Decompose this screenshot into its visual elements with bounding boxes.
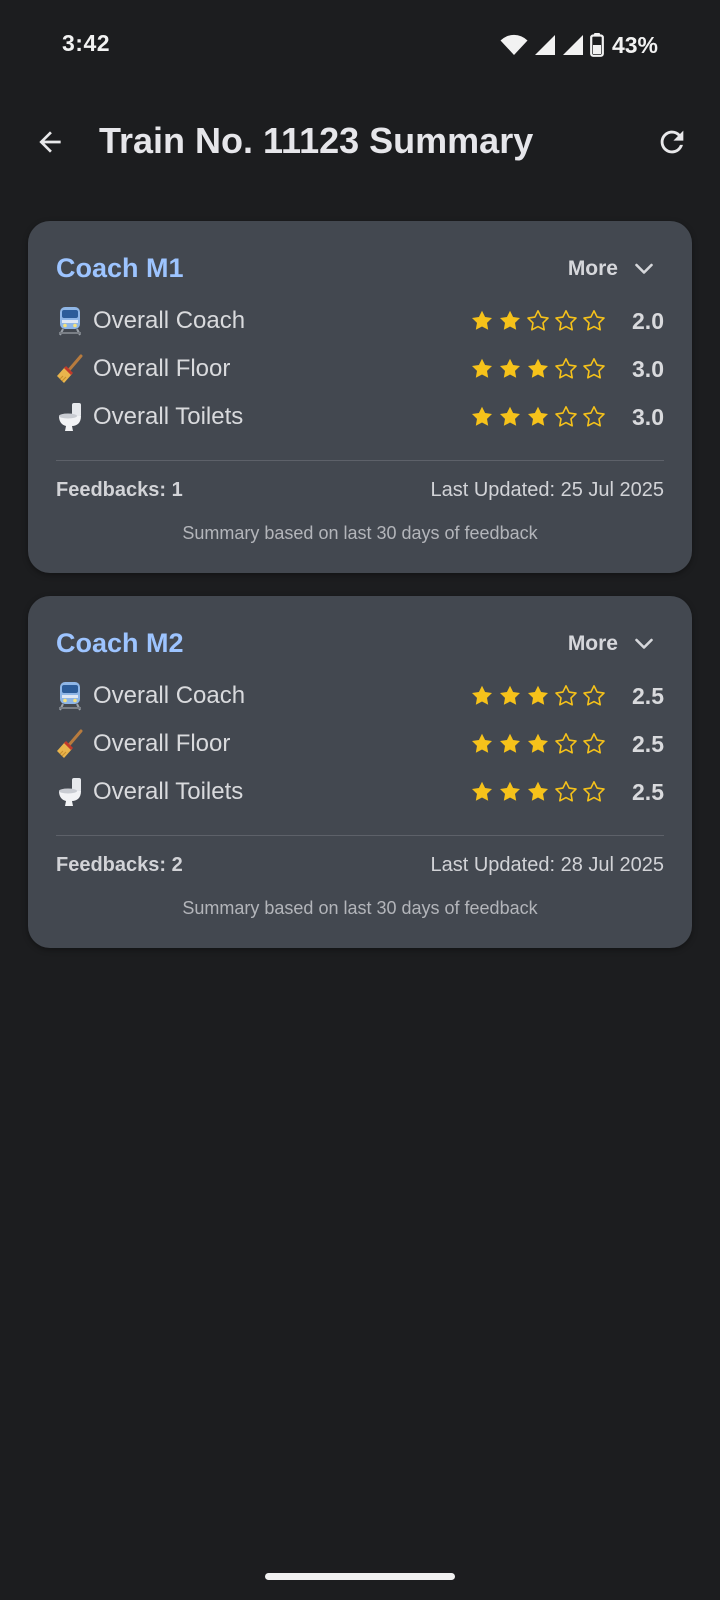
star-filled-icon xyxy=(498,357,522,381)
star-rating xyxy=(470,309,606,333)
refresh-button[interactable] xyxy=(650,120,694,164)
toilet-icon xyxy=(56,401,84,433)
rating-value: 2.5 xyxy=(632,778,664,805)
more-label: More xyxy=(567,632,618,655)
feedback-count: Feedbacks: 2 xyxy=(56,854,183,876)
star-empty-icon xyxy=(582,405,606,429)
star-empty-icon xyxy=(554,684,578,708)
star-filled-icon xyxy=(498,405,522,429)
star-empty-icon xyxy=(554,405,578,429)
star-filled-icon xyxy=(470,684,494,708)
app-bar: Train No. 11123 Summary xyxy=(0,100,720,190)
star-filled-icon xyxy=(526,357,550,381)
page-title: Train No. 11123 Summary xyxy=(99,120,534,161)
star-rating xyxy=(470,780,606,804)
coach-card: Coach M2 More Overall Coach 2.5 Overall Floo… xyxy=(28,596,692,948)
star-empty-icon xyxy=(554,357,578,381)
refresh-icon xyxy=(660,130,684,154)
rating-value: 3.0 xyxy=(632,355,664,382)
rating-row: Overall Coach 2.5 xyxy=(56,676,664,716)
divider xyxy=(56,460,664,461)
star-filled-icon xyxy=(498,309,522,333)
star-rating xyxy=(470,405,606,429)
star-rating xyxy=(470,357,606,381)
divider xyxy=(56,835,664,836)
star-empty-icon xyxy=(554,780,578,804)
last-updated: Last Updated: 28 Jul 2025 xyxy=(430,854,664,876)
rating-label: Overall Toilets xyxy=(93,778,244,805)
rating-row: Overall Floor 3.0 xyxy=(56,349,664,389)
star-rating xyxy=(470,684,606,708)
more-label: More xyxy=(567,257,618,280)
rating-value: 2.0 xyxy=(632,307,664,334)
star-rating xyxy=(470,732,606,756)
rating-value: 2.5 xyxy=(632,730,664,757)
status-time: 3:42 xyxy=(62,30,111,56)
rating-row: Overall Coach 2.0 xyxy=(56,301,664,341)
back-button[interactable] xyxy=(28,120,72,164)
rating-row: Overall Floor 2.5 xyxy=(56,724,664,764)
star-empty-icon xyxy=(582,309,606,333)
broom-icon xyxy=(56,353,84,385)
star-empty-icon xyxy=(582,684,606,708)
broom-icon xyxy=(56,728,84,760)
star-empty-icon xyxy=(526,309,550,333)
coach-title: Coach M2 xyxy=(56,628,184,658)
star-empty-icon xyxy=(582,357,606,381)
coach-title: Coach M1 xyxy=(56,253,184,283)
feedback-count: Feedbacks: 1 xyxy=(56,479,183,501)
more-button[interactable]: More xyxy=(568,257,656,281)
star-filled-icon xyxy=(526,780,550,804)
star-filled-icon xyxy=(498,732,522,756)
summary-note: Summary based on last 30 days of feedbac… xyxy=(182,523,538,543)
last-updated: Last Updated: 25 Jul 2025 xyxy=(430,479,664,501)
battery-percentage: 43% xyxy=(611,31,658,58)
star-empty-icon xyxy=(554,732,578,756)
rating-label: Overall Floor xyxy=(93,355,231,382)
battery-icon xyxy=(590,33,604,57)
star-filled-icon xyxy=(470,405,494,429)
rating-value: 2.5 xyxy=(632,682,664,709)
cellular-signal-icon xyxy=(534,35,555,55)
more-button[interactable]: More xyxy=(568,632,656,656)
summary-note: Summary based on last 30 days of feedbac… xyxy=(182,898,538,918)
arrow-left-icon xyxy=(39,131,61,153)
star-empty-icon xyxy=(582,732,606,756)
status-bar: 3:42 43% xyxy=(0,0,720,90)
chevron-down-icon xyxy=(635,263,653,274)
cellular-signal-2-icon xyxy=(562,35,583,55)
rating-row: Overall Toilets 2.5 xyxy=(56,772,664,812)
rating-label: Overall Toilets xyxy=(93,403,244,430)
star-filled-icon xyxy=(470,780,494,804)
rating-label: Overall Coach xyxy=(93,307,246,334)
train-icon xyxy=(56,680,84,712)
coach-card: Coach M1 More Overall Coach 2.0 Overall Floo… xyxy=(28,221,692,573)
star-filled-icon xyxy=(470,732,494,756)
rating-label: Overall Floor xyxy=(93,730,231,757)
star-filled-icon xyxy=(526,684,550,708)
home-indicator[interactable] xyxy=(265,1573,455,1580)
star-filled-icon xyxy=(498,780,522,804)
star-empty-icon xyxy=(582,780,606,804)
train-icon xyxy=(56,305,84,337)
wifi-icon xyxy=(500,34,528,55)
chevron-down-icon xyxy=(635,638,653,649)
rating-value: 3.0 xyxy=(632,403,664,430)
star-filled-icon xyxy=(526,732,550,756)
rating-row: Overall Toilets 3.0 xyxy=(56,397,664,437)
toilet-icon xyxy=(56,776,84,808)
star-filled-icon xyxy=(470,309,494,333)
star-filled-icon xyxy=(498,684,522,708)
status-icons: 43% xyxy=(500,30,658,60)
star-filled-icon xyxy=(526,405,550,429)
rating-label: Overall Coach xyxy=(93,682,246,709)
star-empty-icon xyxy=(554,309,578,333)
star-filled-icon xyxy=(470,357,494,381)
